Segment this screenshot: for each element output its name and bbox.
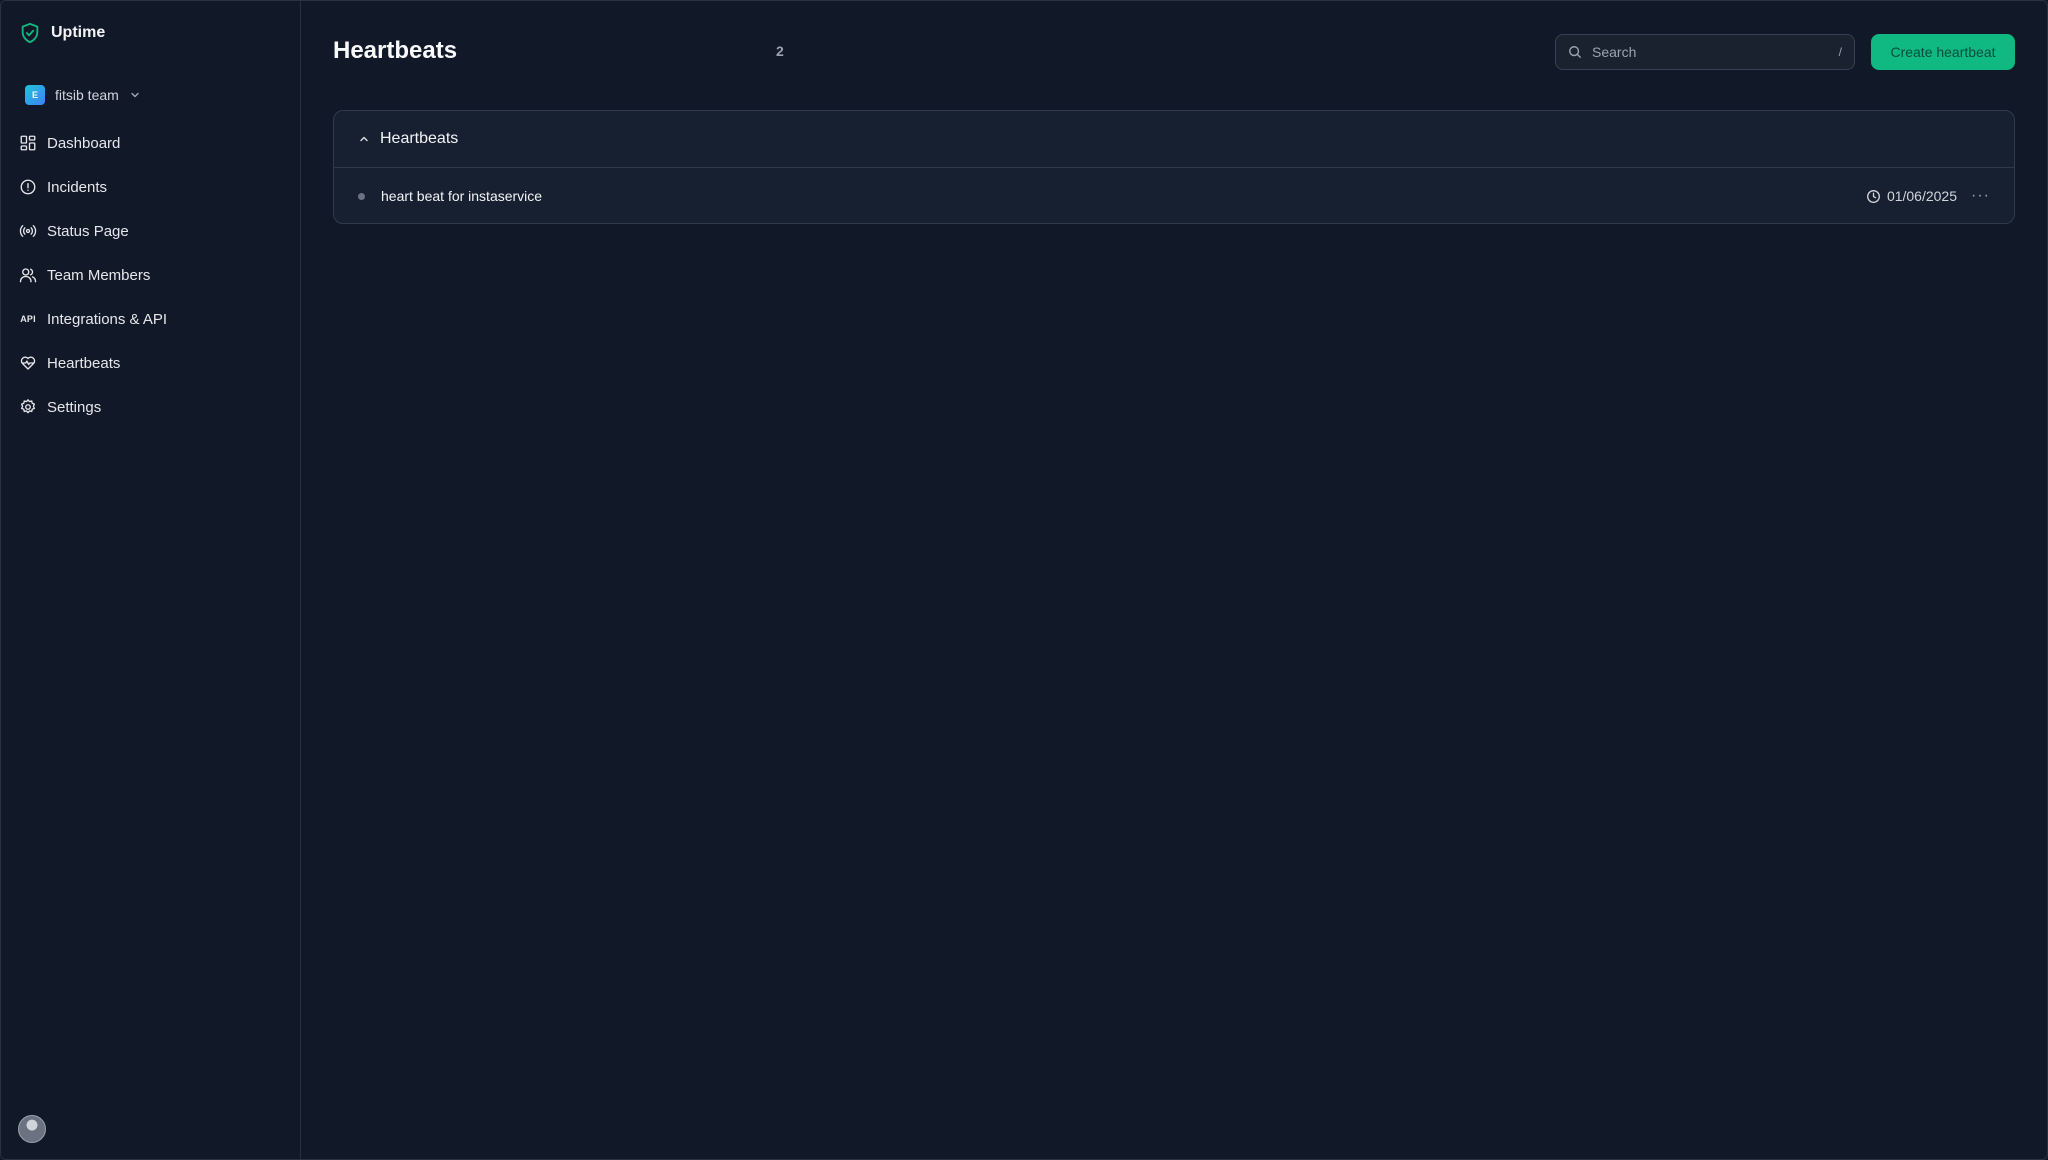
main-content: Heartbeats 2 / Create heartbeat Heartbea…: [301, 1, 2047, 1159]
heartbeat-row[interactable]: heart beat for instaservice 01/06/2025 ·…: [334, 168, 2014, 223]
team-name: fitsib team: [55, 87, 119, 103]
shield-check-icon: [21, 22, 39, 44]
app-name: Uptime: [51, 24, 106, 41]
sidebar-item-label: Heartbeats: [47, 354, 121, 372]
sidebar-item-dashboard[interactable]: Dashboard: [17, 121, 285, 165]
sidebar-item-incidents[interactable]: Incidents: [17, 165, 285, 209]
chevron-down-icon: [131, 92, 139, 98]
heartbeat-date-text: 01/06/2025: [1886, 188, 1958, 204]
dashboard-icon: [20, 135, 36, 151]
sidebar-item-status-page[interactable]: Status Page: [17, 209, 285, 253]
search-shortcut-hint: /: [1838, 45, 1842, 59]
sidebar-item-label: Dashboard: [47, 134, 121, 152]
alert-circle-icon: [20, 179, 36, 195]
search-box[interactable]: /: [1555, 34, 1855, 70]
create-heartbeat-button[interactable]: Create heartbeat: [1871, 34, 2015, 70]
sidebar-item-label: Integrations & API: [47, 310, 168, 328]
team-switcher[interactable]: E fitsib team: [25, 85, 141, 105]
app-window: Uptime E fitsib team Dashboard Incidents…: [0, 0, 2048, 1160]
sidebar-item-settings[interactable]: Settings: [17, 385, 285, 429]
sidebar-item-integrations[interactable]: API Integrations & API: [17, 297, 285, 341]
sidebar-nav: Dashboard Incidents Status Page Team Mem…: [17, 121, 285, 429]
sidebar-item-label: Status Page: [47, 222, 129, 240]
panel-title: Heartbeats: [380, 130, 459, 147]
brand[interactable]: Uptime: [19, 21, 105, 45]
heartbeat-date: 01/06/2025: [1866, 188, 1957, 204]
users-icon: [19, 268, 37, 283]
sidebar-item-label: Team Members: [47, 266, 151, 284]
heartbeats-panel: Heartbeats heart beat for instaservice 0…: [333, 110, 2015, 224]
search-input[interactable]: [1592, 44, 1829, 60]
search-icon: [1569, 46, 1581, 58]
team-logo: E: [25, 85, 45, 105]
clock-icon: [1866, 189, 1880, 203]
broadcast-icon: [19, 225, 37, 237]
heart-pulse-icon: [20, 356, 36, 370]
sidebar: Uptime E fitsib team Dashboard Incidents…: [1, 1, 301, 1159]
sidebar-item-label: Incidents: [47, 178, 108, 196]
sidebar-item-label: Settings: [47, 398, 102, 416]
heartbeat-count-badge: 2: [776, 43, 784, 59]
page-title: Heartbeats: [333, 37, 458, 64]
user-avatar[interactable]: [18, 1115, 46, 1143]
status-dot: [358, 192, 365, 200]
api-icon: API: [20, 314, 36, 324]
more-options-icon[interactable]: ···: [1971, 187, 1990, 205]
sidebar-item-heartbeats[interactable]: Heartbeats: [17, 341, 285, 385]
heartbeat-name[interactable]: heart beat for instaservice: [381, 188, 1866, 204]
chevron-up-icon: [360, 136, 368, 142]
sidebar-item-team-members[interactable]: Team Members: [17, 253, 285, 297]
panel-header-toggle[interactable]: Heartbeats: [334, 111, 2014, 168]
gear-icon: [20, 399, 36, 414]
